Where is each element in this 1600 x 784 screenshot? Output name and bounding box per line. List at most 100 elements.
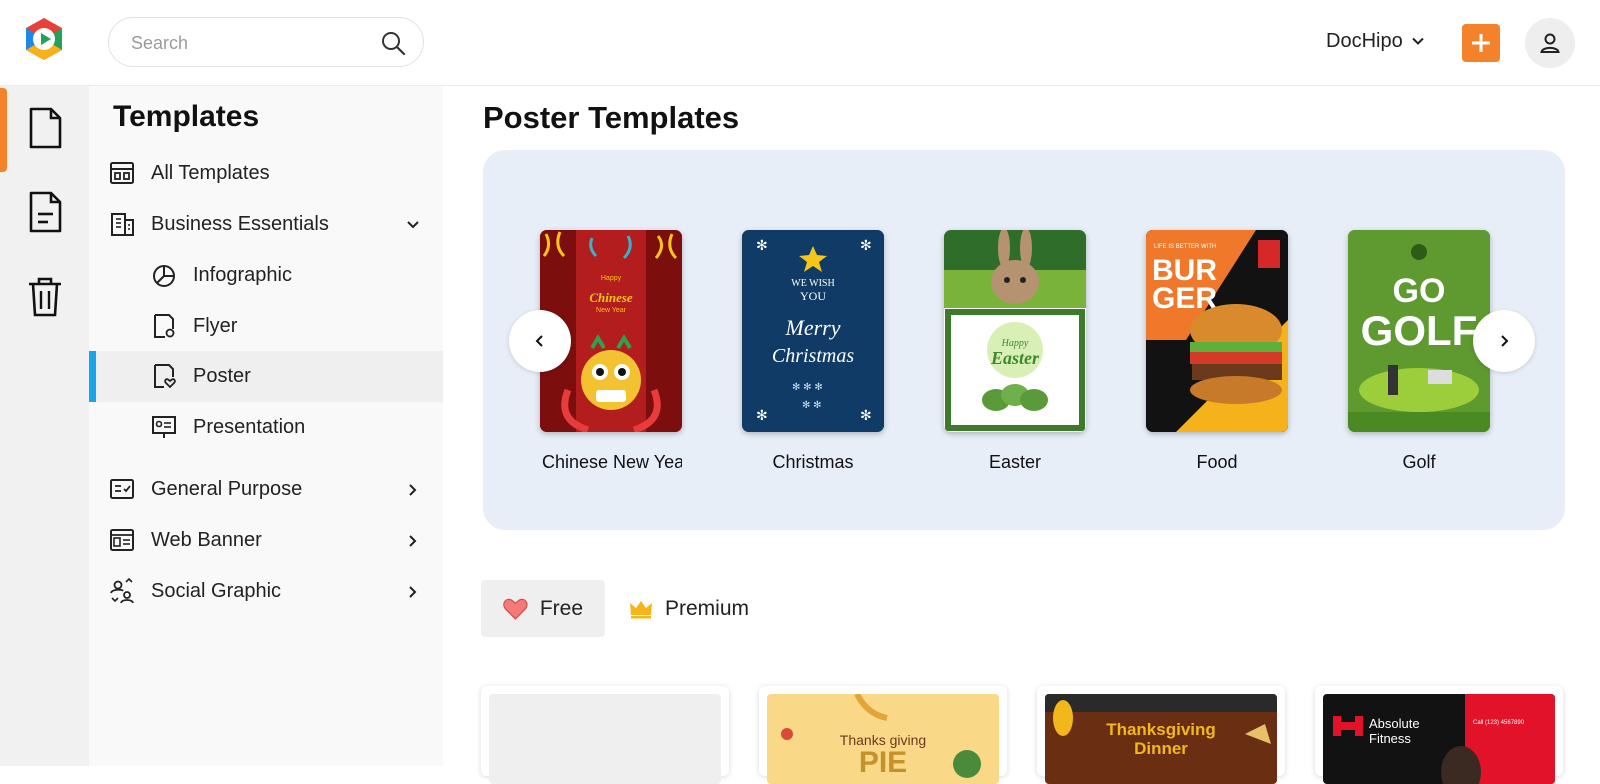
carousel-prev-button[interactable] — [509, 310, 571, 372]
checklist-icon — [110, 479, 134, 499]
carousel-card-label: Chinese New Year — [542, 452, 682, 472]
users-share-icon — [110, 578, 134, 604]
easter-thumb: Happy Easter — [944, 230, 1086, 431]
rail-documents[interactable] — [0, 170, 89, 254]
user-avatar[interactable] — [1525, 18, 1575, 68]
svg-text:✻: ✻ — [756, 407, 768, 423]
carousel-next-button[interactable] — [1473, 310, 1535, 372]
rail-templates[interactable] — [0, 86, 89, 172]
sidebar-item-general-purpose[interactable]: General Purpose — [89, 464, 443, 515]
sidebar-item-presentation[interactable]: Presentation — [89, 402, 443, 453]
svg-text:GO: GO — [1393, 272, 1446, 310]
presentation-icon — [152, 416, 176, 438]
layout-grid-icon — [110, 162, 134, 184]
sidebar-item-flyer[interactable]: Flyer — [89, 301, 443, 352]
sidebar-item-social-graphic[interactable]: Social Graphic — [89, 566, 443, 617]
file-text-icon — [29, 191, 61, 233]
chevron-right-icon[interactable] — [405, 533, 421, 549]
sidebar-item-poster[interactable]: Poster — [89, 351, 443, 402]
poster-heart-icon — [154, 364, 176, 389]
filter-free[interactable]: Free — [481, 580, 605, 637]
golf-thumb: GO GOLF — [1348, 230, 1490, 432]
chevron-down-icon — [1411, 37, 1424, 45]
carousel-card-christmas[interactable]: WE WISH YOU Merry Christmas ✻ ✻ ✻ ✻ ✻ ✻ ✻ … — [742, 230, 886, 473]
grid-card-subtitle: Call (123) 4567890 — [1473, 720, 1525, 726]
top-bar: DocHipo — [0, 0, 1600, 86]
chevron-right-icon[interactable] — [405, 584, 421, 600]
svg-text:New Year: New Year — [596, 307, 627, 314]
svg-text:Christmas: Christmas — [772, 345, 854, 367]
svg-text:✻ ✻: ✻ ✻ — [802, 400, 822, 411]
rail-trash[interactable] — [0, 254, 89, 338]
template-card[interactable]: Thanks giving PIE — [759, 686, 1007, 784]
crown-icon — [630, 600, 652, 618]
svg-text:✻: ✻ — [860, 237, 872, 253]
sidebar-item-all-templates[interactable]: All Templates — [89, 148, 443, 199]
template-thumbnail[interactable]: GO GOLF — [1348, 230, 1490, 432]
flyer-icon — [154, 314, 175, 338]
template-thumbnail: Thanksgiving Dinner — [1045, 694, 1277, 784]
svg-text:YOU: YOU — [800, 289, 826, 303]
christmas-thumb: WE WISH YOU Merry Christmas ✻ ✻ ✻ ✻ ✻ ✻ ✻ … — [742, 230, 884, 432]
search-icon[interactable] — [379, 29, 407, 57]
svg-text:WE WISH: WE WISH — [791, 278, 834, 289]
dochipo-logo[interactable] — [22, 16, 66, 62]
template-thumbnail: Thanks giving PIE — [767, 694, 999, 784]
chevron-left-icon — [535, 335, 543, 347]
svg-text:✻: ✻ — [756, 237, 768, 253]
food-burger-thumb: LIFE IS BETTER WITH BUR GER — [1146, 230, 1288, 432]
sidebar-item-infographic[interactable]: Infographic — [89, 250, 443, 301]
svg-text:LIFE IS BETTER WITH: LIFE IS BETTER WITH — [1154, 244, 1216, 250]
grid-card-subtitle: PIE — [858, 746, 908, 779]
carousel-card-label: Food — [1196, 452, 1238, 472]
carousel-card-label: Golf — [1402, 452, 1436, 472]
building-icon — [111, 213, 134, 236]
sidebar-item-label: Flyer — [193, 315, 238, 337]
grid-card-title: Thanksgiving Dinner — [1106, 720, 1216, 758]
chevron-right-icon[interactable] — [405, 482, 421, 498]
svg-text:Easter: Easter — [990, 348, 1040, 368]
sidebar-item-label: Presentation — [193, 416, 306, 438]
svg-text:Chinese: Chinese — [589, 290, 633, 305]
banner-icon — [110, 529, 134, 551]
svg-text:✻ ✻ ✻: ✻ ✻ ✻ — [792, 382, 823, 393]
template-card[interactable]: Absolute Fitness Call (123) 4567890 — [1315, 686, 1563, 784]
carousel-card-food[interactable]: LIFE IS BETTER WITH BUR GER Food — [1146, 230, 1290, 473]
sidebar-item-label: Social Graphic — [151, 580, 282, 602]
sidebar-item-label: Poster — [193, 365, 251, 387]
search-box[interactable] — [108, 17, 424, 67]
workspace-dropdown[interactable]: DocHipo — [1326, 28, 1425, 54]
search-input[interactable] — [131, 30, 371, 56]
template-card[interactable]: Thanksgiving Dinner — [1037, 686, 1285, 784]
document-icon — [29, 107, 61, 149]
template-card[interactable] — [481, 686, 729, 784]
template-thumbnail[interactable]: Happy Easter — [944, 230, 1086, 432]
chevron-down-icon[interactable] — [405, 217, 421, 233]
trash-icon — [28, 277, 61, 317]
template-thumbnail[interactable]: WE WISH YOU Merry Christmas ✻ ✻ ✻ ✻ ✻ ✻ ✻ … — [742, 230, 884, 432]
chevron-right-icon — [1501, 335, 1509, 347]
sidebar-item-business-essentials[interactable]: Business Essentials — [89, 199, 443, 250]
sidebar-item-web-banner[interactable]: Web Banner — [89, 515, 443, 566]
carousel-card-label: Christmas — [772, 452, 854, 472]
svg-text:GOLF: GOLF — [1361, 307, 1478, 354]
filter-label: Premium — [665, 596, 750, 620]
sidebar-item-label: Infographic — [193, 264, 292, 286]
sidebar-item-label: Business Essentials — [151, 213, 329, 235]
page-title: Poster Templates — [483, 100, 740, 135]
sidebar-title: Templates — [113, 100, 260, 133]
svg-text:✻: ✻ — [860, 407, 872, 423]
carousel-card-golf[interactable]: GO GOLF Golf — [1348, 230, 1492, 473]
template-thumbnail: Absolute Fitness Call (123) 4567890 — [1323, 694, 1555, 784]
filter-premium[interactable]: Premium — [607, 580, 771, 637]
carousel-card-label: Easter — [988, 452, 1042, 472]
sidebar-item-label: Web Banner — [151, 529, 262, 551]
left-icon-rail — [0, 86, 89, 766]
pie-chart-icon — [153, 265, 175, 287]
workspace-label: DocHipo — [1326, 29, 1403, 52]
sidebar-item-label: All Templates — [151, 162, 270, 184]
template-thumbnail[interactable]: LIFE IS BETTER WITH BUR GER — [1146, 230, 1288, 432]
carousel-card-easter[interactable]: Happy Easter Easter — [944, 230, 1088, 473]
grid-card-title: Absolute Fitness — [1369, 716, 1420, 746]
create-new-button[interactable] — [1462, 24, 1500, 62]
